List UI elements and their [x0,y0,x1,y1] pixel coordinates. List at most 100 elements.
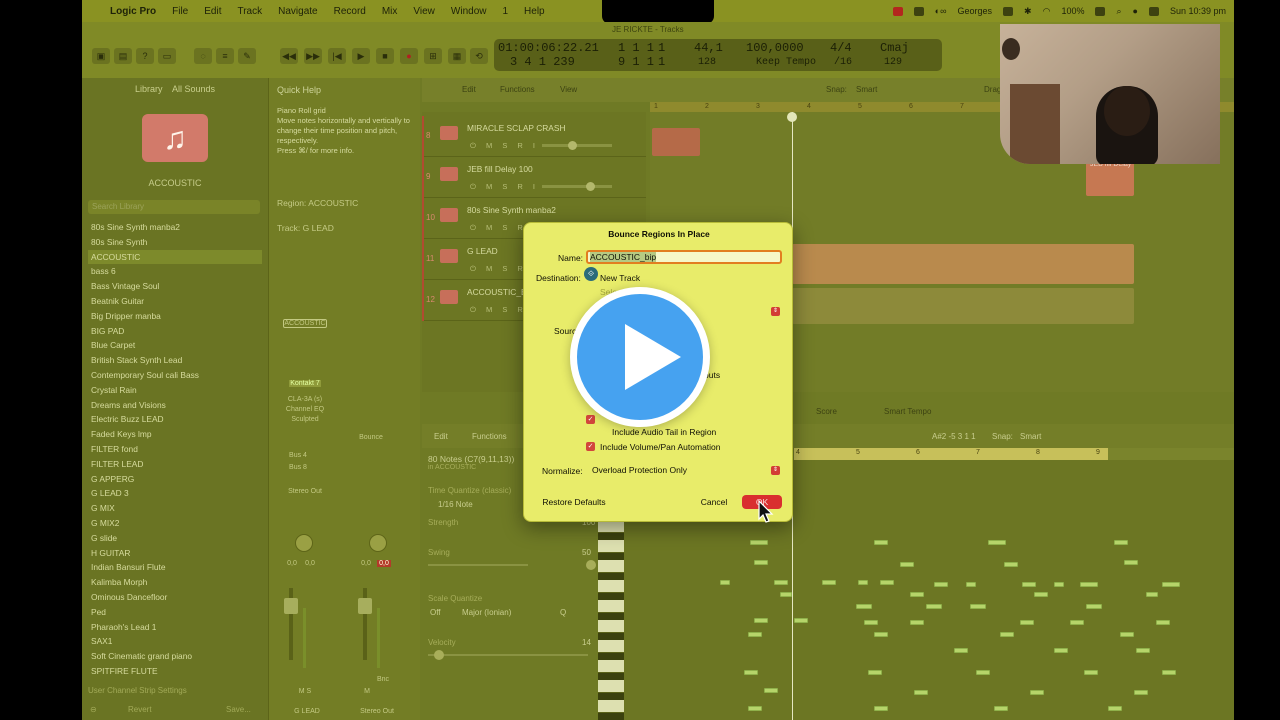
battery-icon[interactable] [1095,6,1106,16]
editor-edit-menu[interactable]: Edit [434,432,448,441]
region-g-lead[interactable] [792,244,1134,284]
pan-knob-1[interactable] [295,534,313,552]
midi-note[interactable] [868,670,882,675]
region-accoustic[interactable] [792,288,1134,324]
library-item[interactable]: G APPERG [88,472,262,487]
time-quantize-select[interactable]: 1/16 Note [438,500,473,509]
menu-edit[interactable]: Edit [196,6,229,17]
track-name[interactable]: MIRACLE SCLAP CRASH [467,123,566,133]
send-slot-2[interactable]: Bus 8 [287,464,309,471]
tracks-edit-menu[interactable]: Edit [462,85,476,94]
midi-note[interactable] [1108,706,1122,711]
checkbox-option-hidden[interactable]: ✓ [586,415,595,424]
user-name[interactable]: Georges [958,6,993,16]
midi-note[interactable] [750,540,768,545]
volume-fader-2[interactable] [358,598,372,614]
menu-window[interactable]: Window [443,6,495,17]
plugin-slot-4[interactable]: Sculpted [283,416,327,423]
library-item[interactable]: FILTER fond [88,442,262,457]
library-item[interactable]: Beatnik Guitar [88,294,262,309]
library-item[interactable]: British Stack Synth Lead [88,353,262,368]
library-item[interactable]: FILTER LEAD [88,457,262,472]
midi-note[interactable] [966,582,976,587]
revert-button[interactable]: Revert [128,705,152,714]
library-item[interactable]: Ominous Dancefloor [88,590,262,605]
bluetooth-icon[interactable]: ✱ [1024,6,1032,17]
tracks-functions-menu[interactable]: Functions [500,85,535,94]
menu-mix[interactable]: Mix [374,6,406,17]
midi-note[interactable] [976,670,990,675]
editors-icon[interactable]: ✎ [238,48,256,64]
send-slot-1[interactable]: Bus 4 [287,452,309,459]
restore-defaults-button[interactable]: Restore Defaults [538,495,610,509]
library-item[interactable]: G MIX2 [88,516,262,531]
plugin-slot-1[interactable]: Kontakt 7 [289,380,321,387]
mute-solo-1[interactable]: M S [283,688,327,695]
library-item[interactable]: Ped [88,605,262,620]
siri-icon[interactable]: ● [1133,6,1138,16]
fast-forward-icon[interactable]: ▶▶ [304,48,322,64]
play-icon[interactable] [570,287,710,427]
midi-note[interactable] [934,582,948,587]
midi-note[interactable] [994,706,1008,711]
output-slot[interactable]: Stereo Out [283,488,327,495]
midi-note[interactable] [1080,582,1098,587]
inspector-toggle-icon[interactable]: ▤ [114,48,132,64]
output-slot-2[interactable]: Bounce [349,434,393,441]
track-row[interactable]: 8 MIRACLE SCLAP CRASH ⏻ M S R I [422,116,646,157]
midi-note[interactable] [1134,690,1148,695]
pan-knob-2[interactable] [369,534,387,552]
midi-note[interactable] [764,688,778,693]
midi-note[interactable] [1114,540,1128,545]
midi-note[interactable] [1120,632,1134,637]
menu-help[interactable]: Help [516,6,553,17]
library-item[interactable]: bass 6 [88,264,262,279]
rewind-icon[interactable]: ◀◀ [280,48,298,64]
midi-note[interactable] [874,540,888,545]
library-item[interactable]: BIG PAD [88,324,262,339]
scale-quantize-off[interactable]: Off [430,608,441,617]
toolbar-toggle-icon[interactable]: ▭ [158,48,176,64]
midi-note[interactable] [864,620,878,625]
midi-note[interactable] [748,632,762,637]
midi-note[interactable] [880,580,894,585]
volume-fader-1[interactable] [284,598,298,614]
metronome-area-icon[interactable]: ▦ [448,48,466,64]
midi-note[interactable] [1030,690,1044,695]
library-item[interactable]: Electric Buzz LEAD [88,412,262,427]
library-item[interactable]: Faded Keys lmp [88,427,262,442]
track-name[interactable]: 80s Sine Synth manba2 [467,205,556,215]
midi-note[interactable] [1136,648,1150,653]
midi-note[interactable] [794,618,808,623]
editor-functions-menu[interactable]: Functions [472,432,507,441]
menu-app-name[interactable]: Logic Pro [102,6,164,17]
scale-q-button[interactable]: Q [560,608,566,617]
track-name[interactable]: G LEAD [467,246,498,256]
name-input[interactable]: ACCOUSTIC_bip [586,250,782,264]
region-miracle-clap[interactable] [652,128,700,156]
stop-button-icon[interactable]: ■ [376,48,394,64]
midi-note[interactable] [1020,620,1034,625]
include-automation-label[interactable]: Include Volume/Pan Automation [600,442,721,452]
midi-note[interactable] [900,562,914,567]
library-category[interactable]: All Sounds [172,84,215,94]
destination-popup[interactable]: ⇕ [700,305,782,318]
track-header-buttons[interactable]: ⏻ M S R I [470,182,539,192]
midi-note[interactable] [926,604,942,609]
clock[interactable]: Sun 10:39 pm [1170,6,1226,16]
lcd-display[interactable]: 01:00:06:22.21 1 1 1 1 44,1 100,0000 4/4… [494,39,942,71]
library-item[interactable]: Big Dripper manba [88,309,262,324]
plugin-slot-3[interactable]: Channel EQ [283,406,327,413]
library-item[interactable]: 80s Sine Synth [88,235,262,250]
library-footer[interactable]: User Channel Strip Settings [88,686,187,695]
delete-icon[interactable]: ⊖ [90,705,97,714]
record-button-icon[interactable]: ● [400,48,418,64]
library-item[interactable]: G LEAD 3 [88,486,262,501]
track-row[interactable]: Track: G LEAD [277,223,334,233]
library-item[interactable]: G MIX [88,501,262,516]
midi-note[interactable] [754,618,768,623]
library-item[interactable]: Contemporary Soul cali Bass [88,368,262,383]
midi-note[interactable] [1004,562,1018,567]
menu-navigate[interactable]: Navigate [270,6,325,17]
midi-note[interactable] [1156,620,1170,625]
